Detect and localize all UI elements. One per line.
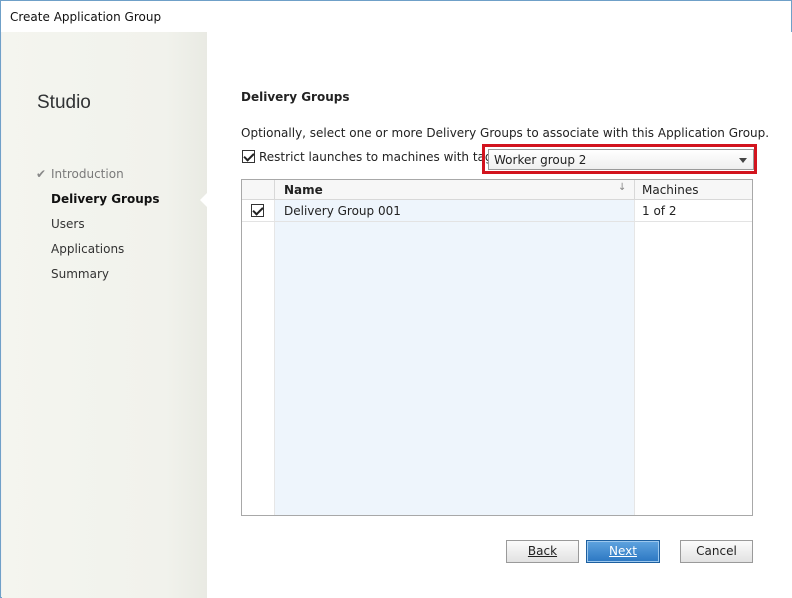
cancel-button-label: Cancel bbox=[696, 544, 737, 558]
delivery-group-machines: 1 of 2 bbox=[642, 204, 677, 218]
wizard: Studio ✔ Introduction Delivery Groups Us… bbox=[2, 32, 792, 598]
delivery-group-name: Delivery Group 001 bbox=[284, 204, 401, 218]
name-column-background bbox=[274, 180, 634, 515]
step-applications[interactable]: Applications bbox=[51, 242, 124, 260]
next-button[interactable]: Next bbox=[586, 540, 660, 563]
restrict-launches-label: Restrict launches to machines with tag: bbox=[259, 150, 497, 164]
create-application-group-window: Create Application Group Studio ✔ Introd… bbox=[0, 0, 792, 598]
check-icon: ✔ bbox=[36, 167, 47, 181]
column-header-name[interactable]: Name bbox=[284, 183, 323, 197]
column-header-machines[interactable]: Machines bbox=[642, 183, 698, 197]
step-introduction[interactable]: ✔ Introduction bbox=[36, 167, 124, 185]
step-summary[interactable]: Summary bbox=[51, 267, 109, 285]
cancel-button[interactable]: Cancel bbox=[680, 540, 753, 563]
table-header: Name ↓ Machines bbox=[242, 180, 752, 200]
step-label: Delivery Groups bbox=[51, 192, 160, 206]
sort-down-arrow-icon: ↓ bbox=[618, 182, 627, 193]
current-step-pointer-icon bbox=[200, 193, 207, 207]
column-gridline bbox=[634, 200, 635, 515]
step-label: Users bbox=[51, 217, 85, 231]
column-separator bbox=[634, 180, 635, 200]
step-label: Introduction bbox=[51, 167, 124, 181]
back-button-label: Back bbox=[527, 544, 558, 558]
restrict-launches-checkbox[interactable] bbox=[242, 150, 255, 163]
table-row[interactable]: Delivery Group 001 1 of 2 bbox=[242, 200, 752, 222]
highlight-box bbox=[482, 144, 757, 174]
step-delivery-groups[interactable]: Delivery Groups bbox=[51, 192, 160, 210]
title-bar: Create Application Group bbox=[1, 1, 791, 32]
wizard-sidebar: Studio ✔ Introduction Delivery Groups Us… bbox=[2, 32, 207, 598]
page-description: Optionally, select one or more Delivery … bbox=[241, 126, 770, 140]
step-label: Summary bbox=[51, 267, 109, 281]
step-users[interactable]: Users bbox=[51, 217, 85, 235]
column-gridline bbox=[274, 200, 275, 515]
back-button[interactable]: Back bbox=[506, 540, 579, 563]
next-button-label: Next bbox=[609, 544, 637, 558]
window-title: Create Application Group bbox=[10, 10, 162, 24]
page-title: Delivery Groups bbox=[241, 90, 350, 104]
studio-brand: Studio bbox=[37, 92, 91, 113]
step-label: Applications bbox=[51, 242, 125, 256]
row-checkbox[interactable] bbox=[251, 204, 264, 217]
wizard-content: Delivery Groups Optionally, select one o… bbox=[207, 32, 792, 598]
column-separator bbox=[274, 180, 275, 200]
delivery-groups-table: Name ↓ Machines Delivery Group 001 1 of … bbox=[241, 179, 753, 516]
